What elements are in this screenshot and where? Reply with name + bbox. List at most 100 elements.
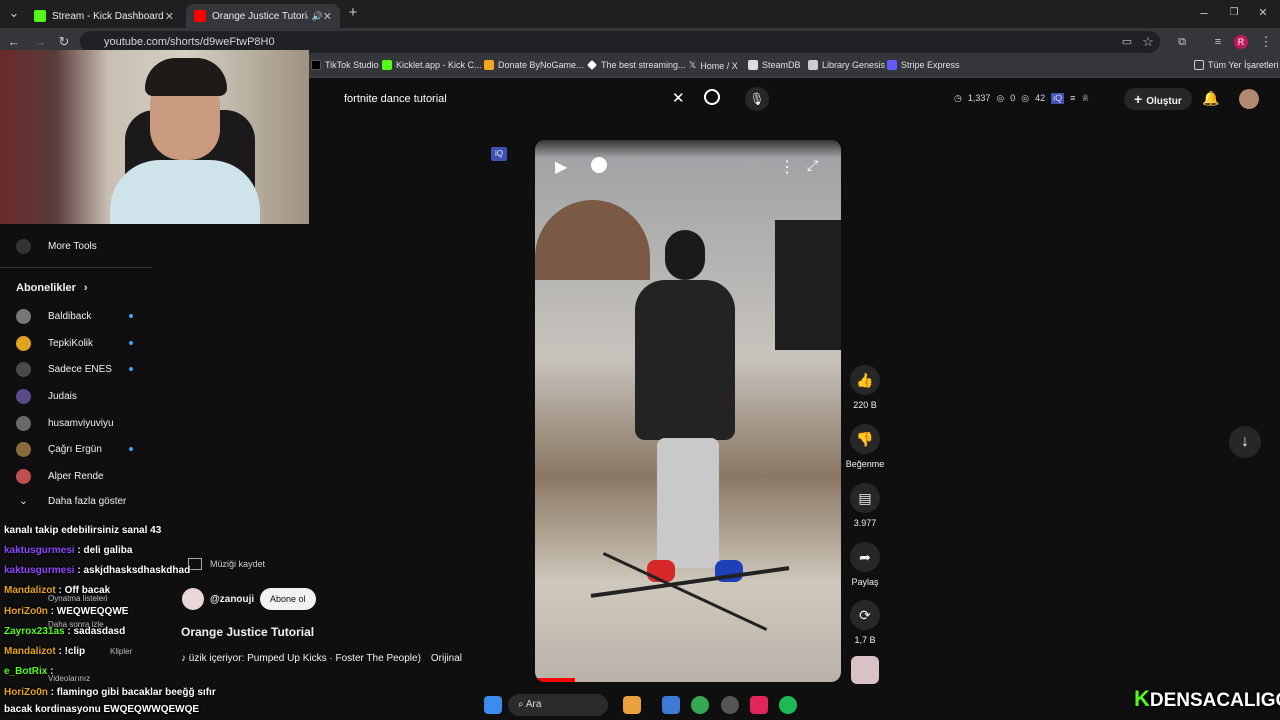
create-button[interactable]: + Oluştur (1124, 88, 1192, 110)
obs-icon[interactable] (721, 696, 739, 714)
comments-button[interactable]: ▤ 3.977 (845, 483, 885, 528)
chat-username[interactable]: Mandalizot (4, 646, 56, 657)
cast-icon[interactable]: ▭ (1119, 34, 1135, 50)
close-icon[interactable]: ✕ (165, 10, 174, 23)
channel-name[interactable]: @zanouji (210, 594, 254, 605)
remix-button[interactable]: ⟳ 1,7 B (845, 600, 885, 645)
bookmark-star-icon[interactable]: ☆ (1140, 34, 1156, 50)
reload-icon[interactable]: ↻ (56, 34, 72, 50)
clear-search-icon[interactable]: ✕ (672, 89, 685, 107)
subscription-item[interactable]: Çağrı Ergün (16, 442, 102, 457)
more-tools[interactable]: More Tools (16, 239, 97, 254)
menu-clips[interactable]: Klipler (110, 647, 132, 656)
chat-username[interactable]: HoriZo0n (4, 687, 48, 698)
tab-youtube-short[interactable]: Orange Justice Tutorial - Yo 🔊 ✕ (186, 4, 340, 28)
spotify-icon[interactable] (779, 696, 797, 714)
profile-avatar[interactable]: R (1234, 35, 1248, 49)
bookmark-x[interactable]: 𝕏 Home / X (689, 60, 738, 71)
search-icon[interactable] (704, 89, 720, 105)
chat-username[interactable]: HoriZo0n (4, 606, 48, 617)
bookmark-bynogame[interactable]: Donate ByNoGame... (484, 60, 584, 70)
subscription-item[interactable]: TepkiKolik (16, 336, 93, 351)
show-more-label: Daha fazla göster (48, 496, 127, 507)
taskbar: ⌕ Ara (480, 690, 800, 720)
subscribe-button[interactable]: Abone ol (260, 588, 316, 610)
extension-icon[interactable]: iQ (1051, 93, 1065, 104)
dislike-label: Beğenme (845, 459, 885, 469)
play-icon[interactable]: ▶ (555, 157, 567, 177)
chat-username[interactable]: e_BotRix (4, 666, 47, 677)
more-options-icon[interactable]: ⋮ (779, 157, 795, 177)
like-button[interactable]: 👍 220 B (845, 365, 885, 410)
fullscreen-icon[interactable]: ⤢ (807, 157, 818, 174)
channel-avatar (16, 469, 31, 484)
create-label: Oluştur (1146, 96, 1182, 107)
kick-icon (34, 10, 46, 22)
subscription-item[interactable]: Alper Rende (16, 469, 104, 484)
forward-icon[interactable]: → (32, 34, 48, 50)
back-icon[interactable]: ← (6, 34, 22, 50)
thumbs-up-icon: 👍 (850, 365, 880, 395)
tab-search-icon[interactable]: ⌄ (6, 5, 22, 21)
save-music-label[interactable]: Müziği kaydet (210, 559, 265, 569)
chat-message: kaktusgurmesi : askjdhasksdhaskdhad (4, 565, 190, 576)
media-control-icon[interactable]: ≡ (1210, 34, 1226, 50)
all-bookmarks[interactable]: Tüm Yer İşaretleri (1194, 60, 1279, 70)
chat-username[interactable]: Mandalizot (4, 585, 56, 596)
account-avatar[interactable] (1239, 89, 1259, 109)
bell-icon[interactable]: 🔔 (1202, 90, 1219, 107)
bookmark-streaming[interactable]: The best streaming... (587, 60, 686, 70)
bookmark-stripe[interactable]: Stripe Express (887, 60, 960, 70)
chat-username[interactable]: kaktusgurmesi (4, 565, 75, 576)
chat-username[interactable]: kaktusgurmesi (4, 545, 75, 556)
close-icon[interactable]: ✕ (323, 10, 332, 23)
bookmark-steamdb[interactable]: SteamDB (748, 60, 801, 70)
maximize-icon[interactable]: ❐ (1226, 5, 1242, 21)
captions-icon[interactable]: CC (745, 159, 759, 170)
share-icon: ➦ (850, 542, 880, 572)
subscription-item[interactable]: Sadece ENES (16, 362, 112, 377)
volume-icon[interactable] (591, 157, 607, 173)
sound-thumbnail[interactable] (851, 656, 879, 684)
chrome-icon[interactable] (691, 696, 709, 714)
settings-icon[interactable] (662, 696, 680, 714)
show-more-button[interactable]: ⌄ Daha fazla göster (16, 496, 126, 507)
subscription-item[interactable]: Judais (16, 389, 77, 404)
progress-bar[interactable] (535, 678, 575, 682)
windows-start-icon[interactable] (484, 696, 502, 714)
next-short-arrow-icon[interactable]: ↓ (1229, 426, 1261, 458)
short-video-player[interactable]: ▶ CC ⋮ ⤢ (535, 140, 841, 682)
menu-your-videos[interactable]: Videolarınız (48, 674, 90, 683)
tab-kick-dashboard[interactable]: Stream - Kick Dashboard ✕ (26, 4, 182, 28)
subscription-item[interactable]: husamviyuviyu (16, 416, 114, 431)
chat-username[interactable]: Zayrox231as (4, 626, 65, 637)
tab-strip: ⌄ Stream - Kick Dashboard ✕ Orange Justi… (0, 0, 1280, 28)
subscription-item[interactable]: Baldiback (16, 309, 91, 324)
tab-label: Stream - Kick Dashboard (52, 10, 164, 22)
minimize-icon[interactable]: – (1196, 5, 1212, 21)
kick-logo-icon: K (1134, 686, 1150, 711)
list-icon[interactable]: ≡ (1070, 93, 1075, 104)
microphone-icon[interactable]: 🎙 (745, 87, 769, 111)
menu-kebab-icon[interactable]: ⋮ (1258, 34, 1274, 50)
tiktok-live-icon[interactable] (750, 696, 768, 714)
bookmark-libgen[interactable]: Library Genesis (808, 60, 885, 70)
bookmark-tiktok[interactable]: TikTok Studio (311, 60, 379, 70)
dislike-button[interactable]: 👎 Beğenme (845, 424, 885, 469)
iq-extension-icon[interactable]: iQ (491, 147, 507, 161)
search-input[interactable]: fortnite dance tutorial (334, 87, 692, 111)
share-button[interactable]: ➦ Paylaş (845, 542, 885, 587)
trophy-icon[interactable]: ♕ (1081, 93, 1089, 104)
app-icon[interactable] (623, 696, 641, 714)
taskbar-search[interactable]: ⌕ Ara (508, 694, 608, 716)
speaker-icon[interactable]: 🔊 (312, 11, 323, 22)
extensions-icon[interactable]: ⧉ (1174, 34, 1190, 50)
subscriptions-title: Abonelikler (16, 282, 76, 294)
new-tab-icon[interactable]: + (345, 5, 361, 21)
music-info[interactable]: ♪ üzik içeriyor: Pumped Up Kicks · Foste… (181, 653, 462, 664)
search-value: fortnite dance tutorial (344, 93, 447, 105)
channel-avatar[interactable] (182, 588, 204, 610)
window-close-icon[interactable]: ✕ (1255, 5, 1271, 21)
subscriptions-header[interactable]: Abonelikler › (16, 282, 88, 294)
bookmark-kicklet[interactable]: Kicklet.app - Kick C... (382, 60, 482, 70)
